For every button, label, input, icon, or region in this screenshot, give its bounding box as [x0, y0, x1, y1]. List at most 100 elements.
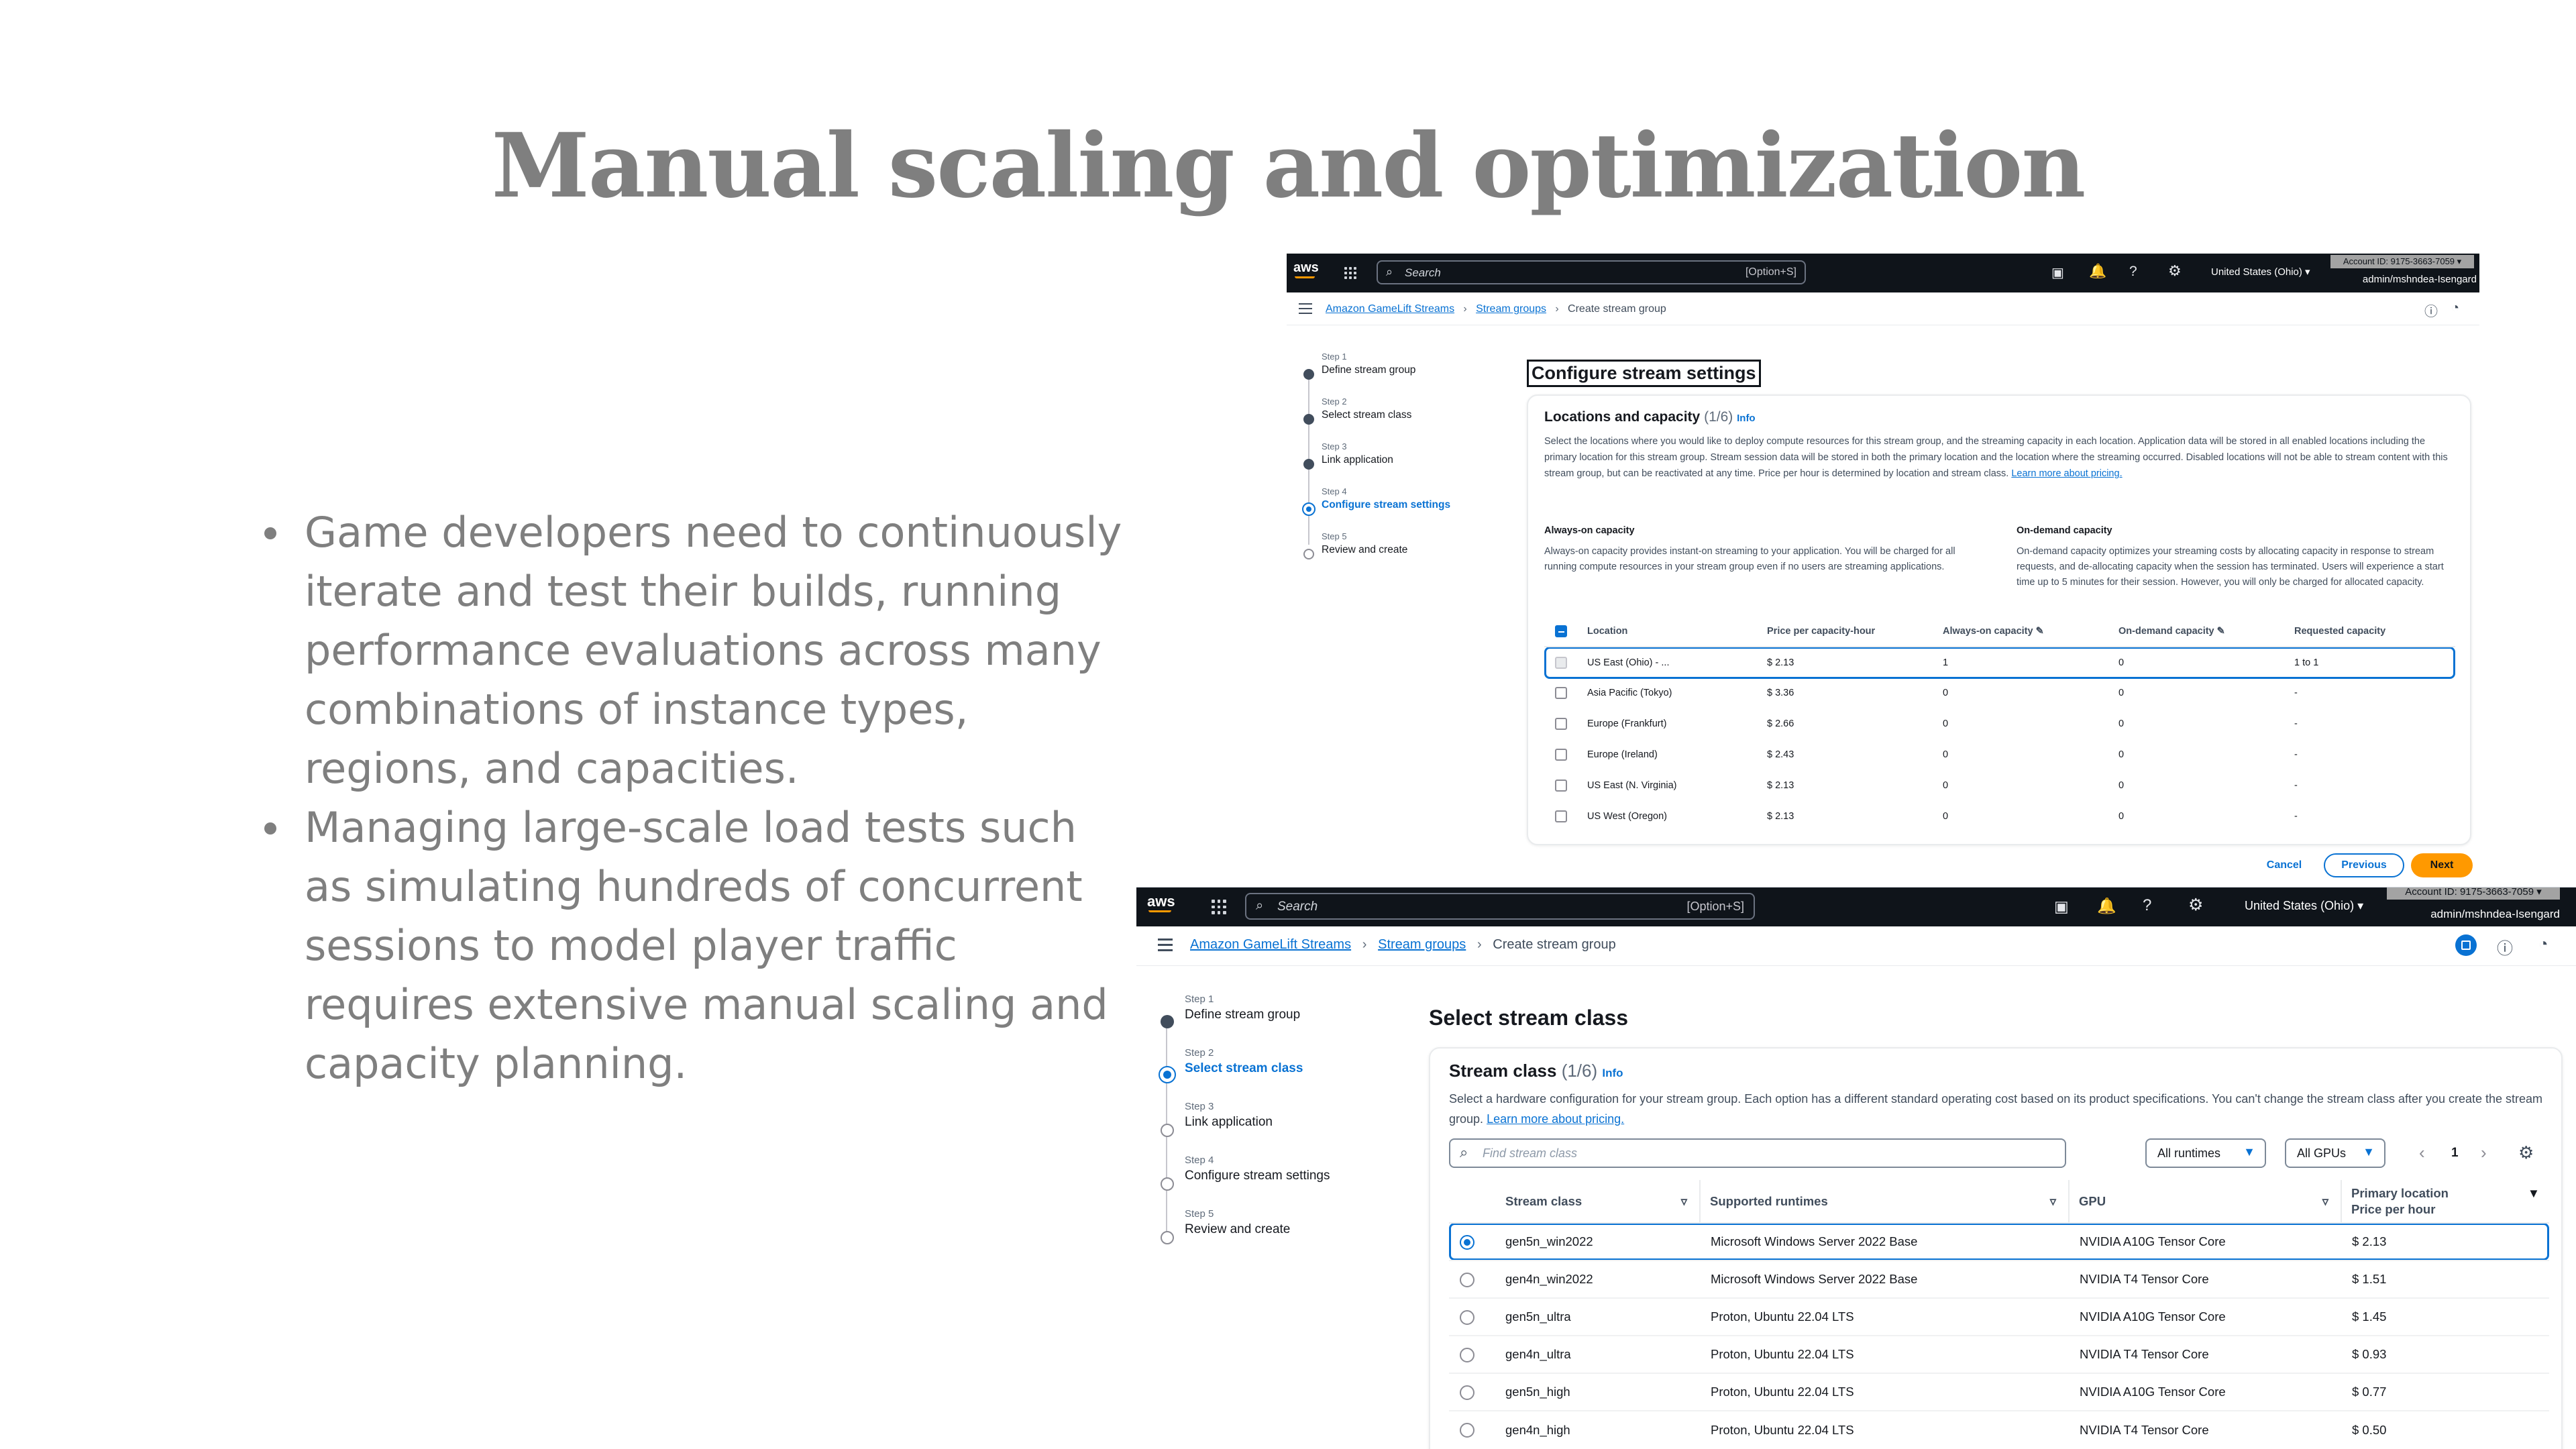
gpu-filter-dropdown[interactable]: All GPUs ▼	[2285, 1138, 2385, 1168]
info-circle-icon[interactable]: ⓘ	[2497, 935, 2513, 959]
menu-icon[interactable]	[1299, 303, 1312, 314]
table-cell: -	[2294, 811, 2298, 822]
step-5[interactable]: Step 5 Review and create	[1322, 531, 1483, 576]
row-radio[interactable]	[1460, 1234, 1474, 1250]
step-1[interactable]: Step 1 Define stream group	[1185, 994, 1386, 1047]
col-requested[interactable]: Requested capacity	[2294, 616, 2455, 647]
notifications-icon[interactable]: 🔔	[2097, 897, 2116, 915]
table-cell: 0	[2118, 657, 2125, 668]
step-2[interactable]: Step 2 Select stream class	[1322, 396, 1483, 441]
col-price[interactable]: Primary location ▼ Price per hour	[2341, 1180, 2549, 1223]
next-button[interactable]: Next	[2411, 853, 2473, 877]
account-id-badge[interactable]: Account ID: 9175-3663-7059 ▾	[2387, 888, 2560, 900]
table-cell: Proton, Ubuntu 22.04 LTS	[1711, 1309, 1854, 1324]
table-row[interactable]: gen5n_high Proton, Ubuntu 22.04 LTS NVIDIA…	[1449, 1373, 2549, 1411]
table-row[interactable]: gen4n_high Proton, Ubuntu 22.04 LTS NVIDIA…	[1449, 1411, 2549, 1448]
table-cell: US West (Oregon)	[1587, 811, 1667, 822]
row-radio[interactable]	[1460, 1385, 1474, 1400]
row-radio[interactable]	[1460, 1272, 1474, 1287]
table-row[interactable]: Europe (Frankfurt) $ 2.66 0 0 -	[1544, 708, 2455, 739]
step-dot-active	[1159, 1066, 1176, 1083]
row-checkbox[interactable]	[1555, 656, 1567, 669]
breadcrumb-stream-groups[interactable]: Stream groups	[1476, 303, 1546, 315]
row-radio[interactable]	[1460, 1423, 1474, 1438]
col-always-on[interactable]: Always-on capacity ✎	[1943, 616, 2118, 647]
account-user[interactable]: admin/mshndea-Isengard	[2363, 274, 2477, 285]
table-row[interactable]: Europe (Ireland) $ 2.43 0 0 -	[1544, 739, 2455, 770]
breadcrumb-gamelift[interactable]: Amazon GameLift Streams	[1190, 937, 1351, 952]
table-row[interactable]: Asia Pacific (Tokyo) $ 3.36 0 0 -	[1544, 678, 2455, 708]
notifications-icon[interactable]: 🔔	[2089, 264, 2106, 280]
step-5[interactable]: Step 5 Review and create	[1185, 1208, 1386, 1262]
table-row[interactable]: gen4n_ultra Proton, Ubuntu 22.04 LTS NVIDI…	[1449, 1336, 2549, 1373]
step-4[interactable]: Step 4 Configure stream settings	[1185, 1155, 1386, 1208]
table-row[interactable]: gen5n_win2022 Microsoft Windows Server 20…	[1449, 1223, 2549, 1260]
step-4[interactable]: Step 4 Configure stream settings	[1322, 486, 1483, 531]
search-input[interactable]: ⌕ Search [Option+S]	[1377, 260, 1806, 284]
col-on-demand[interactable]: On-demand capacity ✎	[2118, 616, 2294, 647]
region-selector[interactable]: United States (Ohio) ▾	[2211, 266, 2310, 278]
learn-more-link[interactable]: Learn more about pricing.	[2011, 468, 2122, 479]
filter-input[interactable]: ⌕ Find stream class	[1449, 1138, 2066, 1168]
card-title: Locations and capacity (1/6) Info	[1544, 409, 1756, 425]
services-grid-icon[interactable]	[1344, 267, 1356, 279]
account-user[interactable]: admin/mshndea-Isengard	[2430, 908, 2560, 921]
settings-icon[interactable]: ⚙	[2188, 895, 2203, 915]
page-next-icon[interactable]: ›	[2481, 1142, 2487, 1163]
row-checkbox[interactable]	[1555, 687, 1567, 699]
step-3[interactable]: Step 3 Link application	[1185, 1101, 1386, 1155]
info-link[interactable]: Info	[1602, 1067, 1623, 1079]
page-number[interactable]: 1	[2451, 1146, 2459, 1161]
row-checkbox[interactable]	[1555, 749, 1567, 761]
table-row[interactable]: US East (N. Virginia) $ 2.13 0 0 -	[1544, 770, 2455, 801]
cloudshell-icon[interactable]: ▣	[2051, 264, 2064, 281]
col-runtimes[interactable]: Supported runtimes ▿	[1699, 1180, 2069, 1223]
col-location[interactable]: Location	[1587, 616, 1767, 647]
clock-icon[interactable]: ◔	[2451, 301, 2459, 316]
cloudshell-icon[interactable]: ▣	[2054, 898, 2069, 916]
menu-icon[interactable]	[1158, 938, 1173, 951]
table-row[interactable]: gen5n_ultra Proton, Ubuntu 22.04 LTS NVIDI…	[1449, 1298, 2549, 1336]
step-2[interactable]: Step 2 Select stream class	[1185, 1047, 1386, 1101]
table-row[interactable]: US West (Oregon) $ 2.13 0 0 -	[1544, 801, 2455, 832]
runtime-filter-dropdown[interactable]: All runtimes ▼	[2145, 1138, 2266, 1168]
info-circle-icon[interactable]: ⓘ	[2424, 301, 2438, 320]
page-prev-icon[interactable]: ‹	[2419, 1142, 2425, 1163]
info-link[interactable]: Info	[1737, 413, 1756, 424]
learn-more-link[interactable]: Learn more about pricing.	[1487, 1112, 1624, 1126]
row-checkbox[interactable]	[1555, 780, 1567, 792]
services-grid-icon[interactable]	[1212, 900, 1226, 914]
select-all-checkbox[interactable]	[1555, 625, 1567, 637]
table-cell: gen5n_win2022	[1505, 1234, 1593, 1248]
region-selector[interactable]: United States (Ohio) ▾	[2245, 899, 2363, 913]
row-radio[interactable]	[1460, 1309, 1474, 1325]
search-shortcut: [Option+S]	[1686, 900, 1744, 913]
previous-button[interactable]: Previous	[2324, 853, 2404, 877]
aws-logo[interactable]: aws	[1147, 893, 1175, 910]
col-price[interactable]: Price per capacity-hour	[1767, 616, 1943, 647]
panel-toggle-icon[interactable]	[2455, 934, 2477, 956]
step-label: Step 3	[1185, 1101, 1214, 1112]
row-checkbox[interactable]	[1555, 718, 1567, 730]
col-gpu[interactable]: GPU ▿	[2068, 1180, 2341, 1223]
row-radio[interactable]	[1460, 1347, 1474, 1362]
cancel-button[interactable]: Cancel	[2254, 853, 2314, 877]
table-row[interactable]: gen4n_win2022 Microsoft Windows Server 20…	[1449, 1260, 2549, 1298]
row-checkbox[interactable]	[1555, 810, 1567, 822]
breadcrumb-gamelift[interactable]: Amazon GameLift Streams	[1326, 303, 1454, 315]
step-3[interactable]: Step 3 Link application	[1322, 441, 1483, 486]
account-id-badge[interactable]: Account ID: 9175-3663-7059 ▾	[2330, 255, 2474, 268]
table-cell: 0	[2118, 718, 2125, 729]
clock-icon[interactable]: ◔	[2538, 935, 2548, 954]
breadcrumb-stream-groups[interactable]: Stream groups	[1378, 937, 1466, 952]
search-input[interactable]: ⌕ Search [Option+S]	[1245, 893, 1755, 920]
aws-logo[interactable]: aws	[1293, 260, 1319, 276]
settings-icon[interactable]: ⚙	[2518, 1142, 2534, 1163]
help-icon[interactable]: ?	[2129, 264, 2137, 280]
step-1[interactable]: Step 1 Define stream group	[1322, 352, 1483, 396]
help-icon[interactable]: ?	[2143, 896, 2151, 915]
settings-icon[interactable]: ⚙	[2168, 262, 2182, 280]
step-name: Define stream group	[1185, 1008, 1301, 1022]
table-row[interactable]: US East (Ohio) - ... $ 2.13 1 0 1 to 1	[1544, 647, 2455, 678]
col-stream-class[interactable]: Stream class ▿	[1505, 1180, 1700, 1223]
